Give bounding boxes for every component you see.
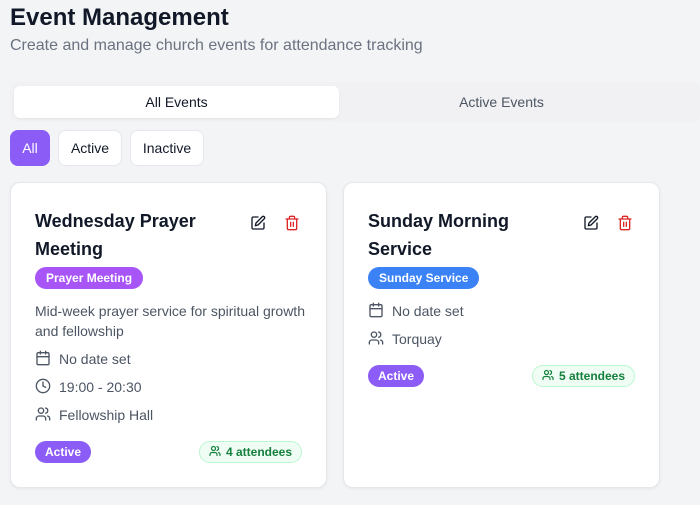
- page-subtitle: Create and manage church events for atte…: [10, 37, 423, 54]
- event-title: Sunday Morning Service: [368, 211, 509, 259]
- category-badge: Prayer Meeting: [35, 267, 144, 289]
- tab-active-events[interactable]: Active Events: [339, 86, 664, 118]
- calendar-icon: [368, 302, 384, 321]
- event-date-text: No date set: [59, 351, 131, 367]
- users-icon: [35, 406, 51, 425]
- event-card: Sunday Morning Service Sunday Service No…: [343, 182, 660, 488]
- filter-inactive-button[interactable]: Inactive: [130, 130, 204, 166]
- attendees-count: 4 attendees: [225, 445, 292, 459]
- category-badge: Sunday Service: [368, 267, 480, 289]
- edit-icon[interactable]: [248, 213, 268, 233]
- event-time: 19:00 - 20:30: [35, 377, 142, 397]
- attendees-badge: 4 attendees: [198, 441, 302, 463]
- event-location: Fellowship Hall: [35, 405, 153, 425]
- users-icon: [368, 330, 384, 349]
- filter-all-button[interactable]: All: [10, 130, 50, 166]
- event-date-text: No date set: [392, 303, 464, 319]
- status-badge: Active: [368, 365, 425, 387]
- event-location-text: Torquay: [392, 331, 442, 347]
- status-badge: Active: [35, 441, 92, 463]
- status-filters: All Active Inactive: [10, 130, 204, 166]
- event-date: No date set: [35, 349, 131, 369]
- trash-icon[interactable]: [282, 213, 302, 233]
- event-date: No date set: [368, 301, 464, 321]
- event-location-text: Fellowship Hall: [59, 407, 154, 423]
- filter-active-button[interactable]: Active: [58, 130, 122, 166]
- event-time-text: 19:00 - 20:30: [59, 379, 142, 395]
- page-title: Event Management: [10, 4, 229, 31]
- tab-all-events[interactable]: All Events: [14, 86, 339, 118]
- clock-icon: [35, 378, 51, 397]
- attendees-badge: 5 attendees: [531, 365, 635, 387]
- edit-icon[interactable]: [581, 213, 601, 233]
- attendees-count: 5 attendees: [558, 369, 625, 383]
- trash-icon[interactable]: [615, 213, 635, 233]
- users-icon: [209, 445, 221, 460]
- event-title: Wednesday Prayer Meeting: [35, 211, 196, 259]
- event-location: Torquay: [368, 329, 442, 349]
- event-card: Wednesday Prayer Meeting Prayer Meeting …: [10, 182, 327, 488]
- users-icon: [542, 369, 554, 384]
- event-tabs: All Events Active Events: [10, 82, 700, 122]
- calendar-icon: [35, 350, 51, 369]
- event-description: Mid-week prayer service for spiritual gr…: [35, 303, 305, 339]
